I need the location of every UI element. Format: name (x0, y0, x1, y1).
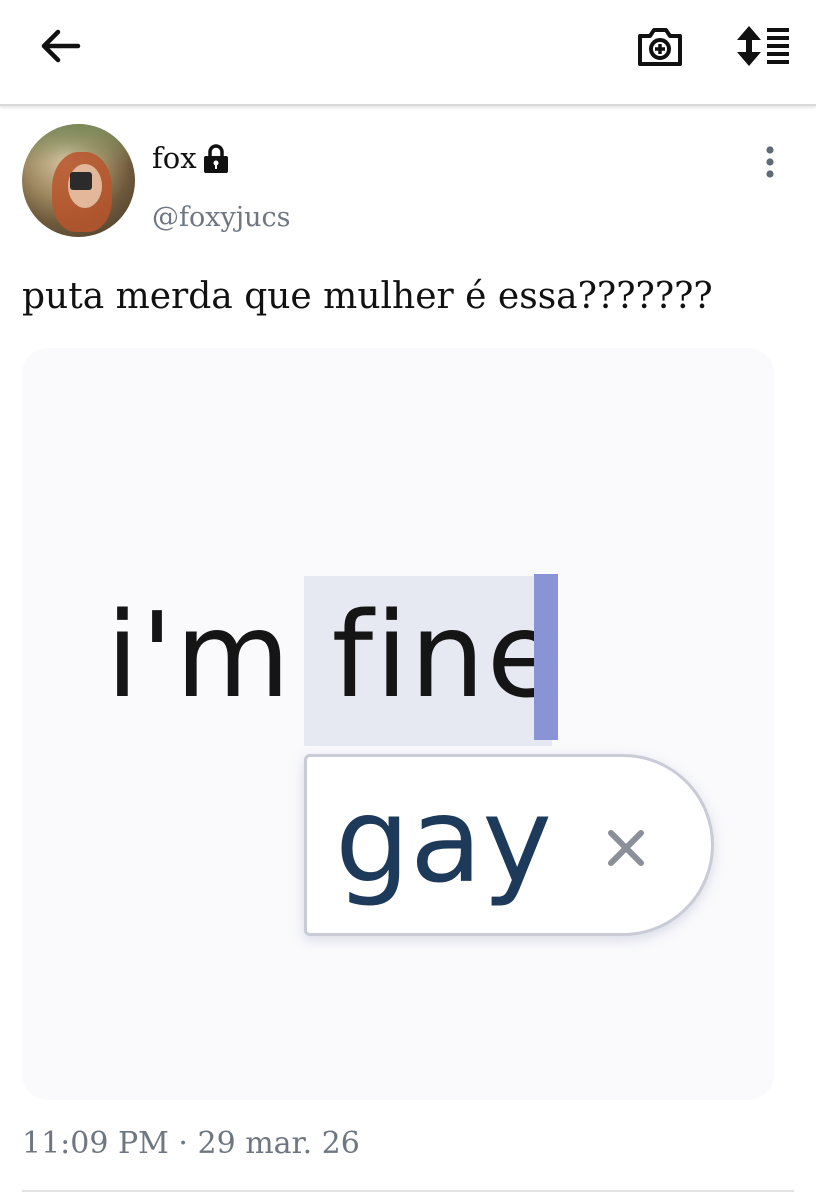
tweet-media[interactable]: i'm fine gay (22, 348, 774, 1100)
camera-button[interactable] (634, 22, 686, 70)
meme-image: i'm fine gay (22, 348, 774, 1100)
camera-plus-icon (638, 28, 682, 66)
avatar[interactable] (22, 124, 135, 237)
user-handle[interactable]: @foxyjucs (152, 200, 290, 236)
back-button[interactable] (38, 26, 84, 66)
arrow-left-icon (41, 29, 81, 63)
display-name[interactable]: fox (152, 140, 197, 176)
sort-button[interactable] (733, 22, 793, 70)
autocomplete-suggestion: gay (304, 754, 714, 936)
lock-icon (204, 144, 228, 173)
divider (22, 1190, 794, 1192)
sort-arrows-icon (737, 26, 789, 66)
typed-text: i'm fine (106, 586, 562, 724)
top-bar (0, 0, 816, 106)
close-icon (608, 830, 644, 866)
avatar-camera (70, 172, 92, 190)
more-vertical-icon (766, 146, 774, 178)
text-caret (534, 574, 558, 740)
tweet-timestamp: 11:09 PM · 29 mar. 26 (22, 1126, 360, 1161)
more-options-button[interactable] (754, 142, 786, 182)
tweet-text: puta merda que mulher é essa??????? (22, 276, 713, 317)
suggestion-text: gay (335, 771, 553, 909)
